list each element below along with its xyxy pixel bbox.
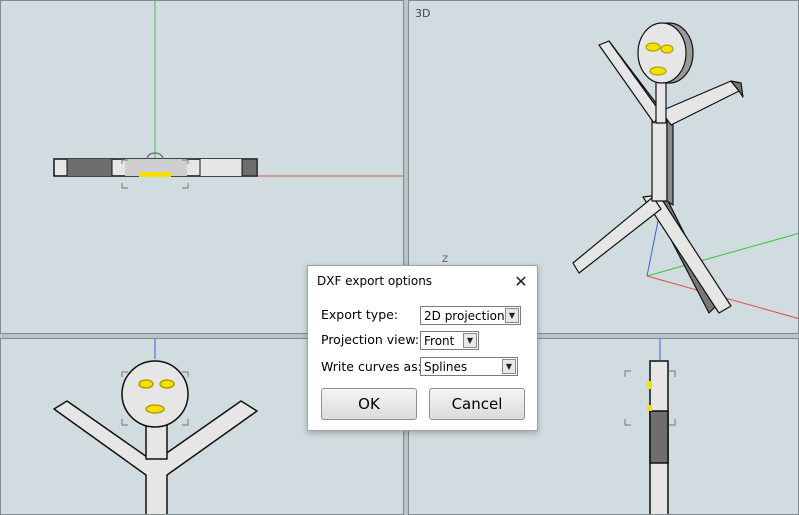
close-icon[interactable]: ✕ (511, 271, 531, 291)
export-type-select[interactable]: 2D projection ▼ (420, 306, 521, 325)
projection-view-value: Front (424, 333, 455, 348)
export-type-value: 2D projection (424, 308, 505, 323)
write-curves-label: Write curves as: (321, 359, 422, 374)
dialog-title: DXF export options (317, 274, 433, 288)
figure-top-view[interactable] (53, 152, 258, 189)
chevron-down-icon: ▼ (502, 359, 516, 374)
figure-front-view[interactable] (53, 360, 258, 515)
figure-3d-view[interactable] (572, 22, 744, 314)
dxf-export-dialog[interactable]: DXF export options ✕ Export type: 2D pro… (307, 265, 538, 431)
ok-button[interactable]: OK (321, 388, 417, 420)
export-type-label: Export type: (321, 307, 399, 322)
y-axis-3d (646, 233, 798, 277)
cancel-button[interactable]: Cancel (429, 388, 525, 420)
z-axis-label: Z (442, 255, 449, 265)
write-curves-value: Splines (424, 359, 468, 374)
chevron-down-icon: ▼ (463, 333, 477, 348)
figure-side-view[interactable] (647, 360, 669, 515)
write-curves-select[interactable]: Splines ▼ (420, 357, 518, 376)
projection-view-label: Projection view: (321, 332, 420, 347)
chevron-down-icon: ▼ (505, 308, 519, 323)
z-axis-3d (646, 215, 660, 277)
projection-view-select[interactable]: Front ▼ (420, 331, 479, 350)
